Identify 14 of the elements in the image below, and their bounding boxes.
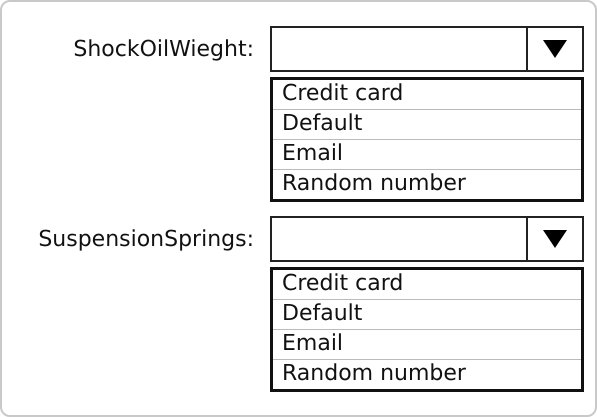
dropdown-option[interactable]: Credit card [273, 80, 581, 110]
dropdown-option[interactable]: Random number [273, 360, 581, 389]
caret-icon [542, 229, 568, 249]
dropdown-option[interactable]: Default [273, 110, 581, 140]
dropdown-option[interactable]: Credit card [273, 270, 581, 300]
dropdown-option[interactable]: Email [273, 140, 581, 170]
field-label: SuspensionSprings: [37, 226, 254, 252]
dropdown[interactable] [270, 26, 584, 72]
dropdown-option[interactable]: Default [273, 300, 581, 330]
dropdown[interactable] [270, 216, 584, 262]
dropdown-option[interactable]: Email [273, 330, 581, 360]
dropdown-option[interactable]: Random number [273, 170, 581, 199]
caret-icon [542, 39, 568, 59]
field-label: ShockOilWieght: [72, 36, 254, 62]
